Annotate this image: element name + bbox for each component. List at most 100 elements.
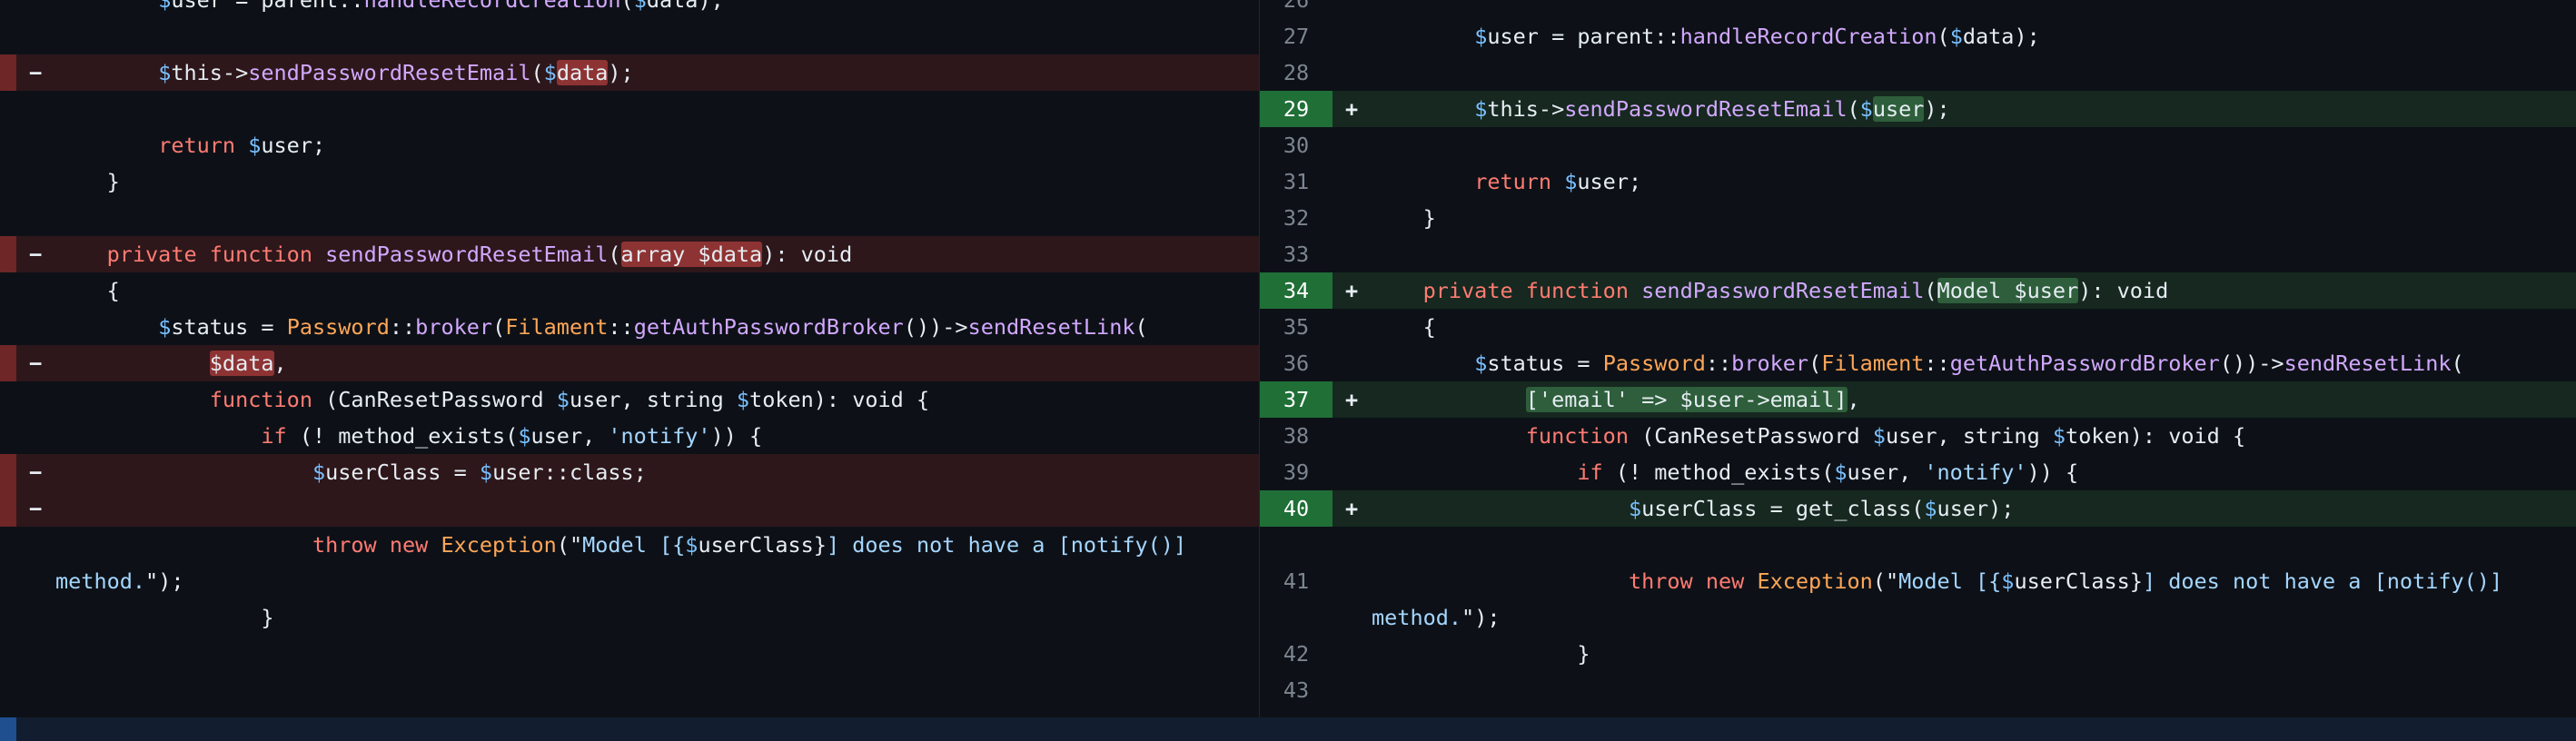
line-number[interactable]: 41 [1260, 563, 1333, 599]
code-line: { [1372, 309, 1436, 345]
code-token: $ [518, 423, 531, 449]
removed-line-marker [0, 490, 16, 527]
code-line: $this->sendPasswordResetEmail($data); [55, 54, 634, 91]
line-number[interactable]: 29 [1260, 91, 1333, 127]
code-token: user = parent:: [1487, 24, 1680, 49]
code-token: ): void [762, 242, 853, 267]
line-number[interactable]: 36 [1260, 345, 1333, 381]
code-token: $ [685, 532, 698, 558]
diff-new-pane: 26 27 $user = parent::handleRecordCreatio… [1260, 0, 2576, 717]
code-token: $ [1474, 351, 1488, 376]
code-line: $user = parent::handleRecordCreation($da… [1372, 18, 2040, 54]
code-token: broker [415, 314, 493, 340]
line-number[interactable]: 28 [1260, 54, 1333, 91]
code-line: function (CanResetPassword $user, string… [55, 381, 929, 418]
diff-line-removed: − $this->sendPasswordResetEmail($data); [0, 54, 1259, 91]
added-sign: + [1345, 496, 1359, 521]
code-token: :: [1705, 351, 1732, 376]
code-line: return $user; [55, 127, 325, 163]
code-token: handleRecordCreation [363, 0, 621, 13]
line-number[interactable]: 30 [1260, 127, 1333, 163]
code-token: (" [1872, 568, 1899, 594]
code-token: $ [556, 387, 570, 412]
code-token: (! method_exists( [1602, 459, 1835, 485]
diff-line: { [0, 272, 1259, 309]
line-number[interactable] [1260, 527, 1333, 563]
line-number[interactable]: 37 [1260, 381, 1333, 418]
diff-line: $user = parent::handleRecordCreation($da… [0, 0, 1259, 18]
diff-line: 36 $status = Password::broker(Filament::… [1260, 345, 2576, 381]
code-token: broker [1731, 351, 1809, 376]
code-token: , [1847, 387, 1860, 412]
code-line: return $user; [1372, 163, 1641, 200]
code-token: Model [{ [1898, 568, 2002, 594]
code-line: { [55, 272, 120, 309]
code-token: user; [1577, 169, 1642, 194]
code-line: private function sendPasswordResetEmail(… [1372, 272, 2168, 309]
code-token: user); [1937, 496, 2015, 521]
code-token: $ [1949, 24, 1963, 49]
line-number[interactable]: 35 [1260, 309, 1333, 345]
code-line: } [1372, 636, 1590, 672]
diff-line-removed: − private function sendPasswordResetEmai… [0, 236, 1259, 272]
code-token: return [1474, 169, 1552, 194]
code-token: { [1372, 314, 1436, 340]
code-token: ( [620, 0, 634, 13]
code-token: $ [2052, 423, 2066, 449]
code-token: "); [1461, 605, 1501, 630]
line-number[interactable]: 39 [1260, 454, 1333, 490]
removed-sign: − [29, 242, 43, 267]
diff-line: 35 { [1260, 309, 2576, 345]
code-token: ( [1808, 351, 1822, 376]
code-token: ( [1937, 24, 1950, 49]
removed-line-marker [0, 236, 16, 272]
diff-line [0, 636, 1259, 672]
line-number[interactable]: 43 [1260, 672, 1333, 708]
line-number[interactable]: 42 [1260, 636, 1333, 672]
line-number[interactable]: 27 [1260, 18, 1333, 54]
code-token: Exception [1757, 568, 1873, 594]
diff-line: } [0, 163, 1259, 200]
code-token: $ [158, 314, 172, 340]
added-sign: + [1345, 387, 1359, 412]
line-number[interactable]: 40 [1260, 490, 1333, 527]
removed-line-marker [0, 454, 16, 490]
code-token: $ [1872, 423, 1886, 449]
code-token: user, [1847, 459, 1925, 485]
line-number[interactable]: 31 [1260, 163, 1333, 200]
code-token: )) { [2026, 459, 2079, 485]
diff-line-removed: − [0, 490, 1259, 527]
line-number[interactable] [1260, 599, 1333, 636]
line-number[interactable]: 38 [1260, 418, 1333, 454]
code-token: $ [1834, 459, 1848, 485]
code-token: sendPasswordResetEmail [325, 242, 609, 267]
diff-line-added: 40 + $userClass = get_class($user); [1260, 490, 2576, 527]
removed-line-marker [0, 345, 16, 381]
diff-line: 31 return $user; [1260, 163, 2576, 200]
code-token: } [55, 169, 120, 194]
removed-sign: − [29, 351, 43, 376]
code-token: $ [1564, 169, 1578, 194]
line-number[interactable]: 32 [1260, 200, 1333, 236]
line-number[interactable]: 34 [1260, 272, 1333, 309]
horizontal-scrollbar[interactable] [0, 717, 2576, 741]
code-token: $ [158, 60, 172, 85]
diff-line [0, 18, 1259, 54]
code-token: $ [1859, 96, 1873, 122]
code-line: $status = Password::broker(Filament::get… [1372, 345, 2463, 381]
code-token: ( [1847, 96, 1860, 122]
code-token: ): void [2078, 278, 2169, 303]
line-number[interactable]: 33 [1260, 236, 1333, 272]
code-token: $ [1628, 496, 1642, 521]
line-number[interactable]: 26 [1260, 0, 1333, 18]
code-token: $ [1924, 496, 1937, 521]
code-line: method."); [1372, 599, 1501, 636]
